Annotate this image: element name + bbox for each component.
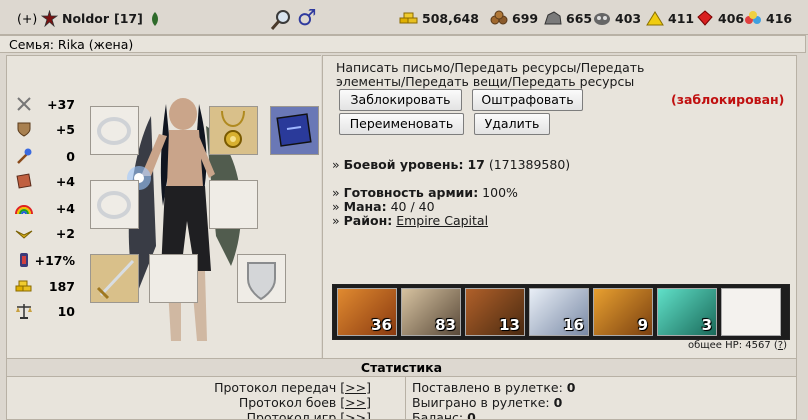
- leaf-icon: [152, 12, 158, 26]
- morale-icon: [15, 230, 33, 239]
- roulette-balance: Баланс: 0: [412, 410, 476, 420]
- player-name[interactable]: Noldor: [62, 11, 109, 26]
- stat-attack: +37: [15, 95, 85, 113]
- stat-initiative: +17%: [15, 251, 85, 269]
- army-slot-1[interactable]: 36: [337, 288, 397, 336]
- gold-income-icon: [15, 280, 32, 292]
- resource-crystal: 406: [695, 7, 744, 29]
- family-line: Семья: Rika (жена): [0, 35, 806, 53]
- district-link[interactable]: Empire Capital: [396, 213, 488, 228]
- resource-gems: 416: [743, 7, 792, 29]
- army-slot-7-empty[interactable]: [721, 288, 781, 336]
- army-slot-2[interactable]: 83: [401, 288, 461, 336]
- army-slot-6[interactable]: 3: [657, 288, 717, 336]
- mercury-icon: [594, 13, 610, 25]
- blocked-status: (заблокирован): [671, 92, 785, 107]
- statistics-body: Протокол передач [>>] Протокол боев [>>]…: [6, 376, 797, 420]
- sulfur-icon: [646, 11, 664, 26]
- clan-emblem-icon[interactable]: [41, 10, 58, 27]
- protocol-transfers: Протокол передач [>>]: [214, 380, 371, 395]
- combat-level-line: » Боевой уровень: 17 (171389580): [332, 157, 571, 172]
- stats-panel: +37 +5 0 +4 +4 +2 +17% 187 10: [6, 55, 88, 359]
- hp-help-link[interactable]: ?: [778, 340, 783, 351]
- ore-icon: [544, 11, 562, 25]
- army-ready-line: » Готовность армии: 100%: [332, 185, 518, 200]
- district-line: » Район: Empire Capital: [332, 213, 489, 228]
- stat-gold-income: 187: [15, 277, 85, 295]
- knowledge-icon: [16, 173, 32, 189]
- slot-book[interactable]: [270, 106, 319, 155]
- expand-toggle[interactable]: (+): [17, 11, 37, 26]
- resource-mercury: 403: [592, 7, 641, 29]
- mana-line: » Мана: 40 / 40: [332, 199, 435, 214]
- slot-ring-2[interactable]: [90, 180, 139, 229]
- slot-amulet[interactable]: [209, 106, 258, 155]
- slot-chest[interactable]: [209, 180, 258, 229]
- stat-knowledge: +4: [15, 172, 85, 190]
- spellpower-icon: [17, 148, 32, 164]
- slot-weapon[interactable]: [90, 254, 139, 303]
- magnifier-icon[interactable]: [270, 9, 292, 31]
- rename-button[interactable]: Переименовать: [339, 113, 464, 135]
- initiative-icon: [20, 253, 28, 267]
- slot-boots[interactable]: [149, 254, 198, 303]
- stat-morale: +2: [15, 224, 85, 242]
- gems-icon: [745, 11, 761, 24]
- resource-ore: 665: [543, 7, 592, 29]
- protocol-battles: Протокол боев [>>]: [238, 395, 371, 410]
- attack-icon: [17, 97, 31, 111]
- resource-wood: 699: [489, 7, 538, 29]
- army-bar: 36 83 13 16 9 3: [332, 284, 790, 340]
- stat-spellpower: 0: [15, 147, 85, 165]
- block-button[interactable]: Заблокировать: [339, 89, 462, 111]
- stat-luck: +4: [15, 199, 85, 217]
- transfer-links[interactable]: Написать письмо/Передать ресурсы/Передат…: [336, 61, 656, 89]
- fine-button[interactable]: Оштрафовать: [472, 89, 583, 111]
- protocol-battles-link[interactable]: [>>]: [340, 395, 371, 410]
- protocol-games-link[interactable]: [>>]: [340, 410, 371, 419]
- army-slot-4[interactable]: 16: [529, 288, 589, 336]
- luck-icon: [15, 205, 33, 215]
- total-hp: общее HP: 4567 (?): [687, 340, 787, 351]
- statistics-header: Статистика: [6, 358, 797, 376]
- character-panel: [87, 55, 321, 359]
- stat-defense: +5: [15, 120, 85, 138]
- resource-gold: 508,648: [399, 7, 479, 29]
- delete-button[interactable]: Удалить: [474, 113, 550, 135]
- roulette-bet: Поставлено в рулетке: 0: [412, 380, 576, 395]
- slot-ring-1[interactable]: [90, 106, 139, 155]
- stat-balance: 10: [15, 302, 85, 320]
- protocol-games: Протокол игр [>>]: [247, 410, 371, 419]
- crystal-icon: [697, 10, 713, 26]
- balance-icon: [16, 304, 32, 319]
- stats-divider: [405, 377, 406, 419]
- army-slot-5[interactable]: 9: [593, 288, 653, 336]
- player-level: [17]: [114, 11, 143, 26]
- army-slot-3[interactable]: 13: [465, 288, 525, 336]
- gold-icon: [399, 12, 418, 24]
- defense-icon: [17, 122, 31, 137]
- wood-icon: [490, 10, 508, 25]
- slot-shield[interactable]: [237, 254, 286, 303]
- roulette-won: Выиграно в рулетке: 0: [412, 395, 563, 410]
- profile-actions-panel: Написать письмо/Передать ресурсы/Передат…: [322, 55, 797, 359]
- protocol-transfers-link[interactable]: [>>]: [340, 380, 371, 395]
- resource-sulfur: 411: [645, 7, 694, 29]
- male-icon: ♂: [297, 6, 317, 31]
- top-bar: (+) Noldor [17] ♂ 508,648 699 665 403 41…: [0, 0, 808, 35]
